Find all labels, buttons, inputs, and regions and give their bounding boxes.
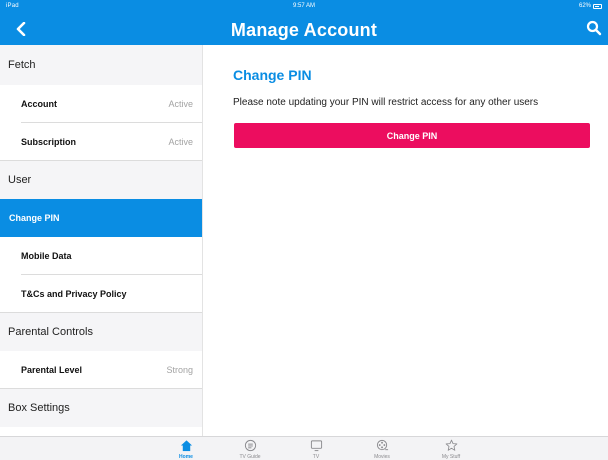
- search-button[interactable]: [586, 20, 602, 36]
- status-battery: 62%: [579, 3, 602, 9]
- top-header: iPad 9:57 AM 62% Manage Account: [0, 0, 608, 45]
- tab-label: My Stuff: [441, 454, 461, 460]
- battery-icon: [593, 3, 602, 9]
- movies-icon: [376, 439, 388, 451]
- sidebar-item-label: Mobile Data: [21, 251, 72, 261]
- tab-label: TV: [312, 454, 320, 460]
- tab-label: Movies: [374, 454, 390, 460]
- status-time: 9:57 AM: [292, 3, 315, 9]
- pin-warning-text: Please note updating your PIN will restr…: [233, 97, 539, 108]
- home-icon: [180, 440, 192, 452]
- tab-tv-guide[interactable]: TV Guide: [227, 439, 273, 460]
- page-title: Manage Account: [230, 20, 378, 40]
- sidebar-item-parental-level[interactable]: Parental Level Strong: [0, 351, 202, 389]
- tab-movies[interactable]: Movies: [359, 439, 405, 460]
- star-icon: [445, 439, 457, 451]
- sidebar-item-state: Active: [168, 137, 193, 147]
- tab-label: Home: [179, 454, 193, 460]
- sidebar-item-label: T&Cs and Privacy Policy: [21, 289, 127, 299]
- bottom-tab-bar: Home TV Guide TV Movies My Stuff: [0, 436, 608, 460]
- tab-tv[interactable]: TV: [293, 439, 339, 460]
- sidebar-item-label: Account: [21, 99, 57, 109]
- section-header-box-settings: Box Settings: [0, 389, 202, 427]
- sidebar-item-label: Subscription: [21, 137, 77, 147]
- main-panel: Change PIN Please note updating your PIN…: [204, 45, 608, 436]
- tv-icon: [310, 440, 322, 452]
- tab-my-stuff[interactable]: My Stuff: [428, 439, 474, 460]
- tv-guide-icon: [244, 439, 256, 452]
- section-header-fetch: Fetch: [0, 45, 202, 85]
- sidebar-item-subscription[interactable]: Subscription Active: [0, 123, 202, 161]
- search-icon: [586, 20, 602, 36]
- change-pin-button[interactable]: Change PIN: [234, 123, 590, 148]
- sidebar-item-account[interactable]: Account Active: [0, 85, 202, 123]
- battery-percent: 62%: [578, 3, 591, 9]
- sidebar-item-label: Change PIN: [9, 213, 60, 223]
- tab-home[interactable]: Home: [163, 439, 209, 460]
- sidebar-item-change-pin[interactable]: Change PIN: [0, 199, 202, 237]
- sidebar-item-mobile-data[interactable]: Mobile Data: [0, 237, 202, 275]
- sidebar-item-state: Strong: [166, 365, 193, 375]
- sidebar-item-terms-privacy[interactable]: T&Cs and Privacy Policy: [0, 275, 202, 313]
- tab-label: TV Guide: [239, 454, 261, 460]
- section-header-parental-controls: Parental Controls: [0, 313, 202, 351]
- section-title: Change PIN: [233, 67, 312, 83]
- settings-sidebar: Fetch Account Active Subscription Active…: [0, 45, 203, 436]
- sidebar-item-state: Active: [168, 99, 193, 109]
- sidebar-item-label: Parental Level: [21, 365, 83, 375]
- section-header-user: User: [0, 161, 202, 199]
